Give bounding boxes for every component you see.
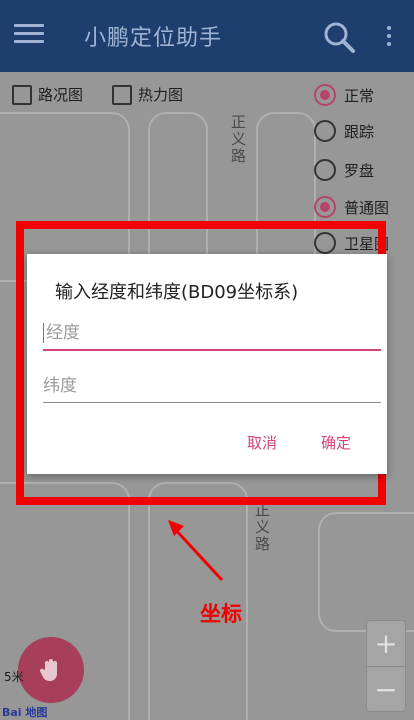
radio-selected-icon[interactable] [314, 84, 336, 106]
text-cursor [43, 323, 44, 343]
annotation-arrow-icon [168, 520, 224, 582]
search-icon[interactable] [322, 20, 356, 54]
checkbox-icon[interactable] [112, 84, 132, 105]
traffic-layer-option[interactable]: 路况图 [12, 84, 83, 105]
map-standard-label: 普通图 [344, 198, 390, 217]
traffic-layer-label: 路况图 [38, 86, 84, 104]
locate-fab-button[interactable] [18, 637, 84, 703]
more-options-icon[interactable] [384, 26, 394, 50]
ok-button[interactable]: 确定 [321, 432, 351, 453]
mode-follow-option[interactable]: 跟踪 [314, 120, 374, 142]
radio-selected-icon[interactable] [314, 196, 336, 218]
hand-icon [39, 659, 57, 681]
radio-icon[interactable] [314, 120, 336, 142]
checkbox-icon[interactable] [12, 84, 32, 105]
heat-layer-option[interactable]: 热力图 [112, 84, 183, 105]
map-logo: Bai 地图 [2, 706, 48, 719]
dialog-title: 输入经度和纬度(BD09坐标系) [55, 282, 299, 303]
mode-compass-label: 罗盘 [344, 161, 375, 180]
mode-normal-label: 正常 [344, 86, 375, 105]
road-label: 正义路 [229, 114, 247, 165]
longitude-placeholder: 经度 [46, 323, 80, 343]
zoom-out-button[interactable]: − [367, 666, 405, 711]
coordinate-input-dialog: 输入经度和纬度(BD09坐标系) 经度 纬度 取消 确定 [27, 254, 387, 474]
menu-icon[interactable] [14, 24, 44, 48]
app-title: 小鹏定位助手 [84, 26, 223, 51]
road-label: 正义路 [253, 502, 271, 553]
heat-layer-label: 热力图 [138, 86, 184, 104]
cancel-button[interactable]: 取消 [247, 432, 277, 453]
latitude-input[interactable]: 纬度 [43, 371, 381, 403]
map-standard-option[interactable]: 普通图 [314, 196, 389, 218]
zoom-controls: + − [366, 620, 406, 712]
longitude-input[interactable]: 经度 [43, 318, 381, 351]
app-bar: 小鹏定位助手 [0, 0, 414, 72]
mode-normal-option[interactable]: 正常 [314, 84, 374, 106]
map-scale: 5米 [4, 670, 24, 684]
annotation-label: 坐标 [200, 602, 242, 626]
map-block [318, 512, 414, 632]
mode-compass-option[interactable]: 罗盘 [314, 159, 374, 181]
zoom-in-button[interactable]: + [367, 621, 405, 666]
latitude-placeholder: 纬度 [43, 376, 77, 396]
radio-icon[interactable] [314, 159, 336, 181]
mode-follow-label: 跟踪 [344, 122, 375, 141]
